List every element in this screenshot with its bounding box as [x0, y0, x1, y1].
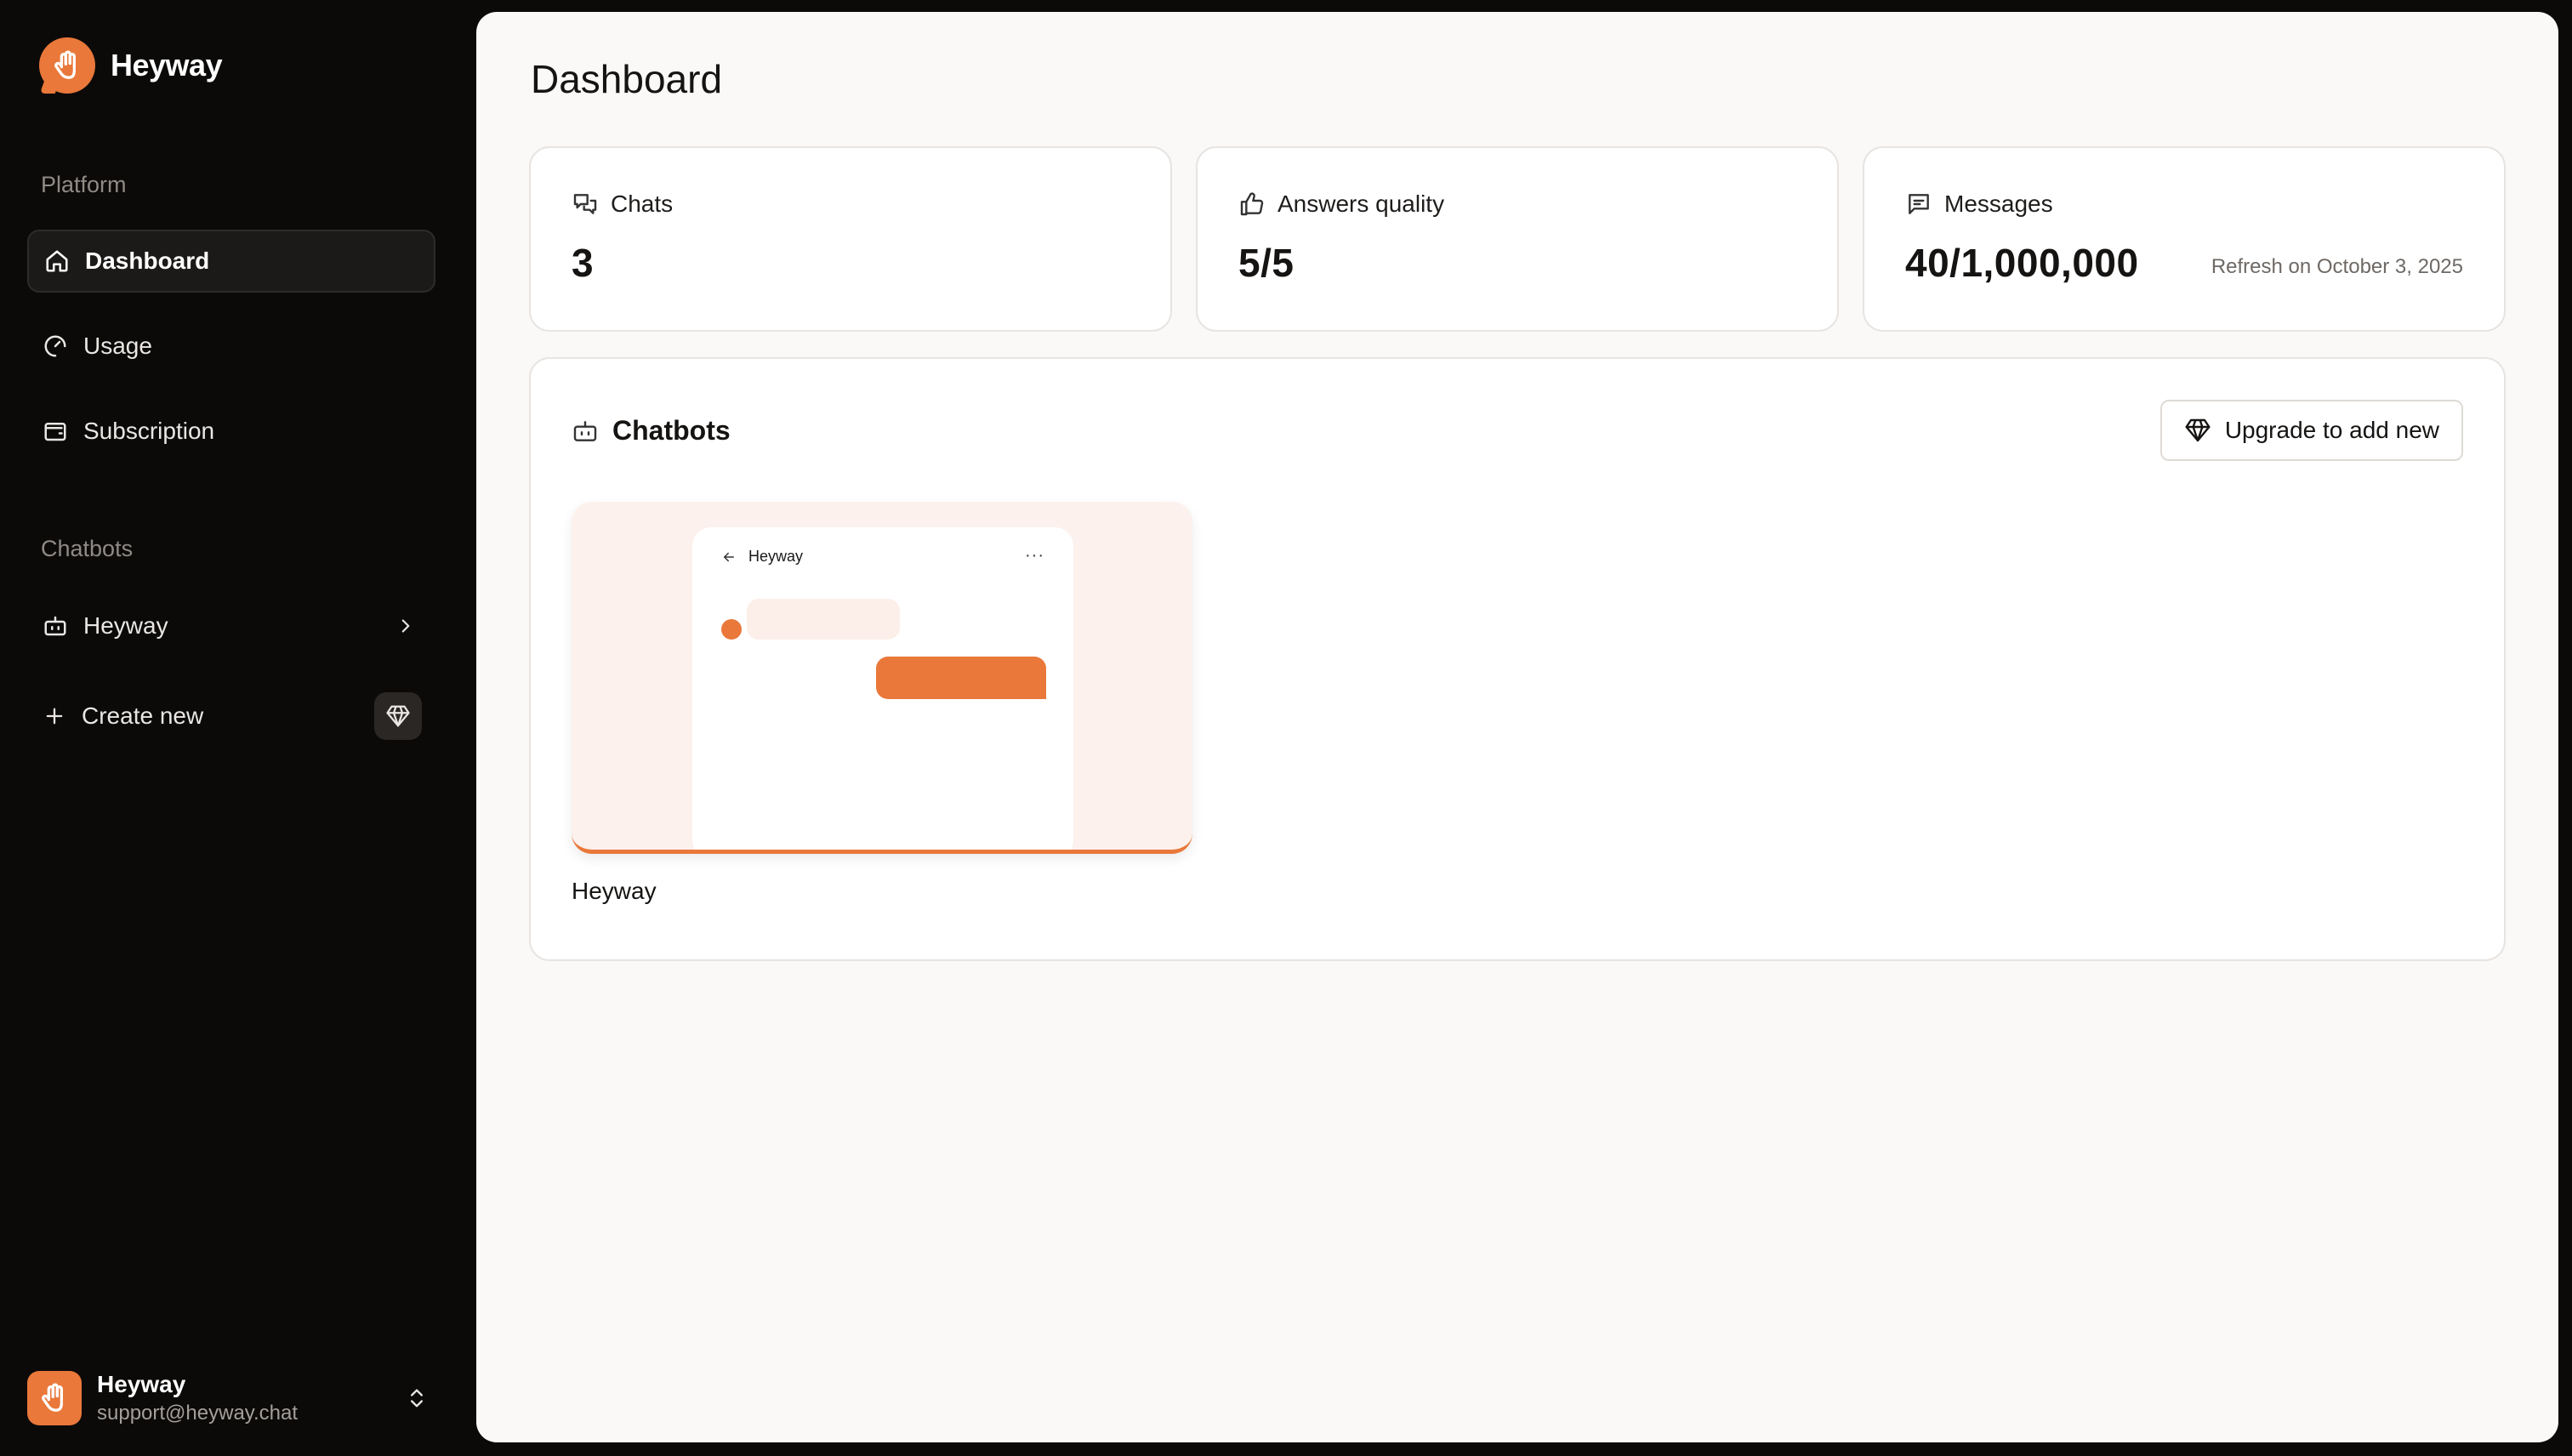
gauge-icon	[44, 335, 66, 357]
sidebar-item-label: Dashboard	[85, 247, 210, 274]
bot-icon	[44, 616, 66, 636]
refresh-note: Refresh on October 3, 2025	[2211, 255, 2463, 278]
hand-logo-icon	[39, 37, 95, 94]
upgrade-label: Upgrade to add new	[2224, 417, 2439, 443]
stat-card-messages: Messages 40/1,000,000 Refresh on October…	[1863, 146, 2506, 332]
sidebar-item-label: Subscription	[83, 418, 215, 444]
stat-card-chats: Chats 3	[529, 146, 1172, 332]
message-icon	[1909, 194, 1929, 214]
thumbs-up-icon	[1240, 192, 1264, 216]
bot-avatar-dot	[721, 619, 742, 640]
user-name: Heyway	[97, 1371, 186, 1397]
stat-label: Answers quality	[1277, 191, 1445, 217]
stat-value: 40/1,000,000	[1905, 241, 2139, 285]
chatbot-card-heyway[interactable]: Heyway ···	[572, 502, 1192, 854]
user-info: Heyway support@heyway.chat	[97, 1371, 298, 1425]
arrow-left-icon	[724, 552, 734, 561]
chatbots-panel-title: Chatbots	[612, 415, 731, 446]
hand-logo-icon	[42, 1383, 64, 1412]
plus-icon	[46, 708, 63, 725]
stat-label: Chats	[611, 191, 674, 217]
premium-badge	[374, 692, 422, 740]
gem-icon	[2185, 418, 2211, 442]
sidebar-item-label: Usage	[83, 333, 152, 359]
chevrons-up-down-icon	[411, 1389, 423, 1408]
chatbots-section-label: Chatbots	[41, 536, 134, 561]
chat-preview-title: Heyway	[748, 548, 804, 565]
create-new-button[interactable]: Create new	[27, 685, 435, 748]
bot-icon	[573, 420, 597, 441]
chatbot-card-name[interactable]: Heyway	[572, 878, 657, 905]
stat-header: Messages	[1905, 191, 2053, 218]
chatbots-panel-header: Chatbots	[572, 415, 731, 446]
user-account-menu[interactable]: Heyway support@heyway.chat	[27, 1368, 435, 1429]
avatar	[27, 1371, 82, 1425]
platform-section-label: Platform	[41, 172, 127, 197]
stat-header: Chats	[572, 191, 673, 218]
chevron-right-icon	[401, 619, 410, 633]
sidebar-item-usage[interactable]: Usage	[27, 315, 435, 378]
chatbots-panel: Chatbots Upgrade to add new Heyway ··· H…	[529, 357, 2506, 961]
chats-icon	[573, 194, 597, 214]
gem-icon	[386, 705, 410, 727]
more-dots-icon: ···	[1025, 546, 1044, 565]
main-content: Dashboard Chats 3 Answers quality 5/5 Me…	[476, 12, 2558, 1442]
wallet-icon	[44, 423, 66, 441]
upgrade-to-add-new-button[interactable]: Upgrade to add new	[2159, 400, 2463, 461]
page-title: Dashboard	[531, 57, 723, 101]
brand[interactable]: Heyway	[39, 37, 223, 94]
incoming-bubble	[747, 599, 900, 640]
stat-value: 3	[572, 241, 595, 285]
sidebar-item-label: Heyway	[83, 612, 168, 639]
stat-label: Messages	[1944, 191, 2053, 217]
sidebar-item-chatbot-heyway[interactable]: Heyway	[27, 594, 435, 657]
outgoing-bubble	[876, 657, 1046, 699]
chat-preview-header: Heyway	[721, 548, 803, 566]
sidebar: Heyway Platform Dashboard Usage Subscrip…	[0, 0, 476, 1456]
stat-header: Answers quality	[1238, 191, 1444, 218]
sidebar-item-dashboard[interactable]: Dashboard	[27, 230, 435, 293]
chat-preview-window: Heyway ···	[692, 527, 1073, 850]
stat-card-answers-quality: Answers quality 5/5	[1196, 146, 1839, 332]
stat-value: 5/5	[1238, 241, 1295, 285]
create-new-label: Create new	[82, 702, 204, 729]
sidebar-item-subscription[interactable]: Subscription	[27, 400, 435, 463]
home-icon	[46, 250, 68, 272]
brand-name: Heyway	[111, 48, 223, 82]
user-email: support@heyway.chat	[97, 1402, 299, 1425]
